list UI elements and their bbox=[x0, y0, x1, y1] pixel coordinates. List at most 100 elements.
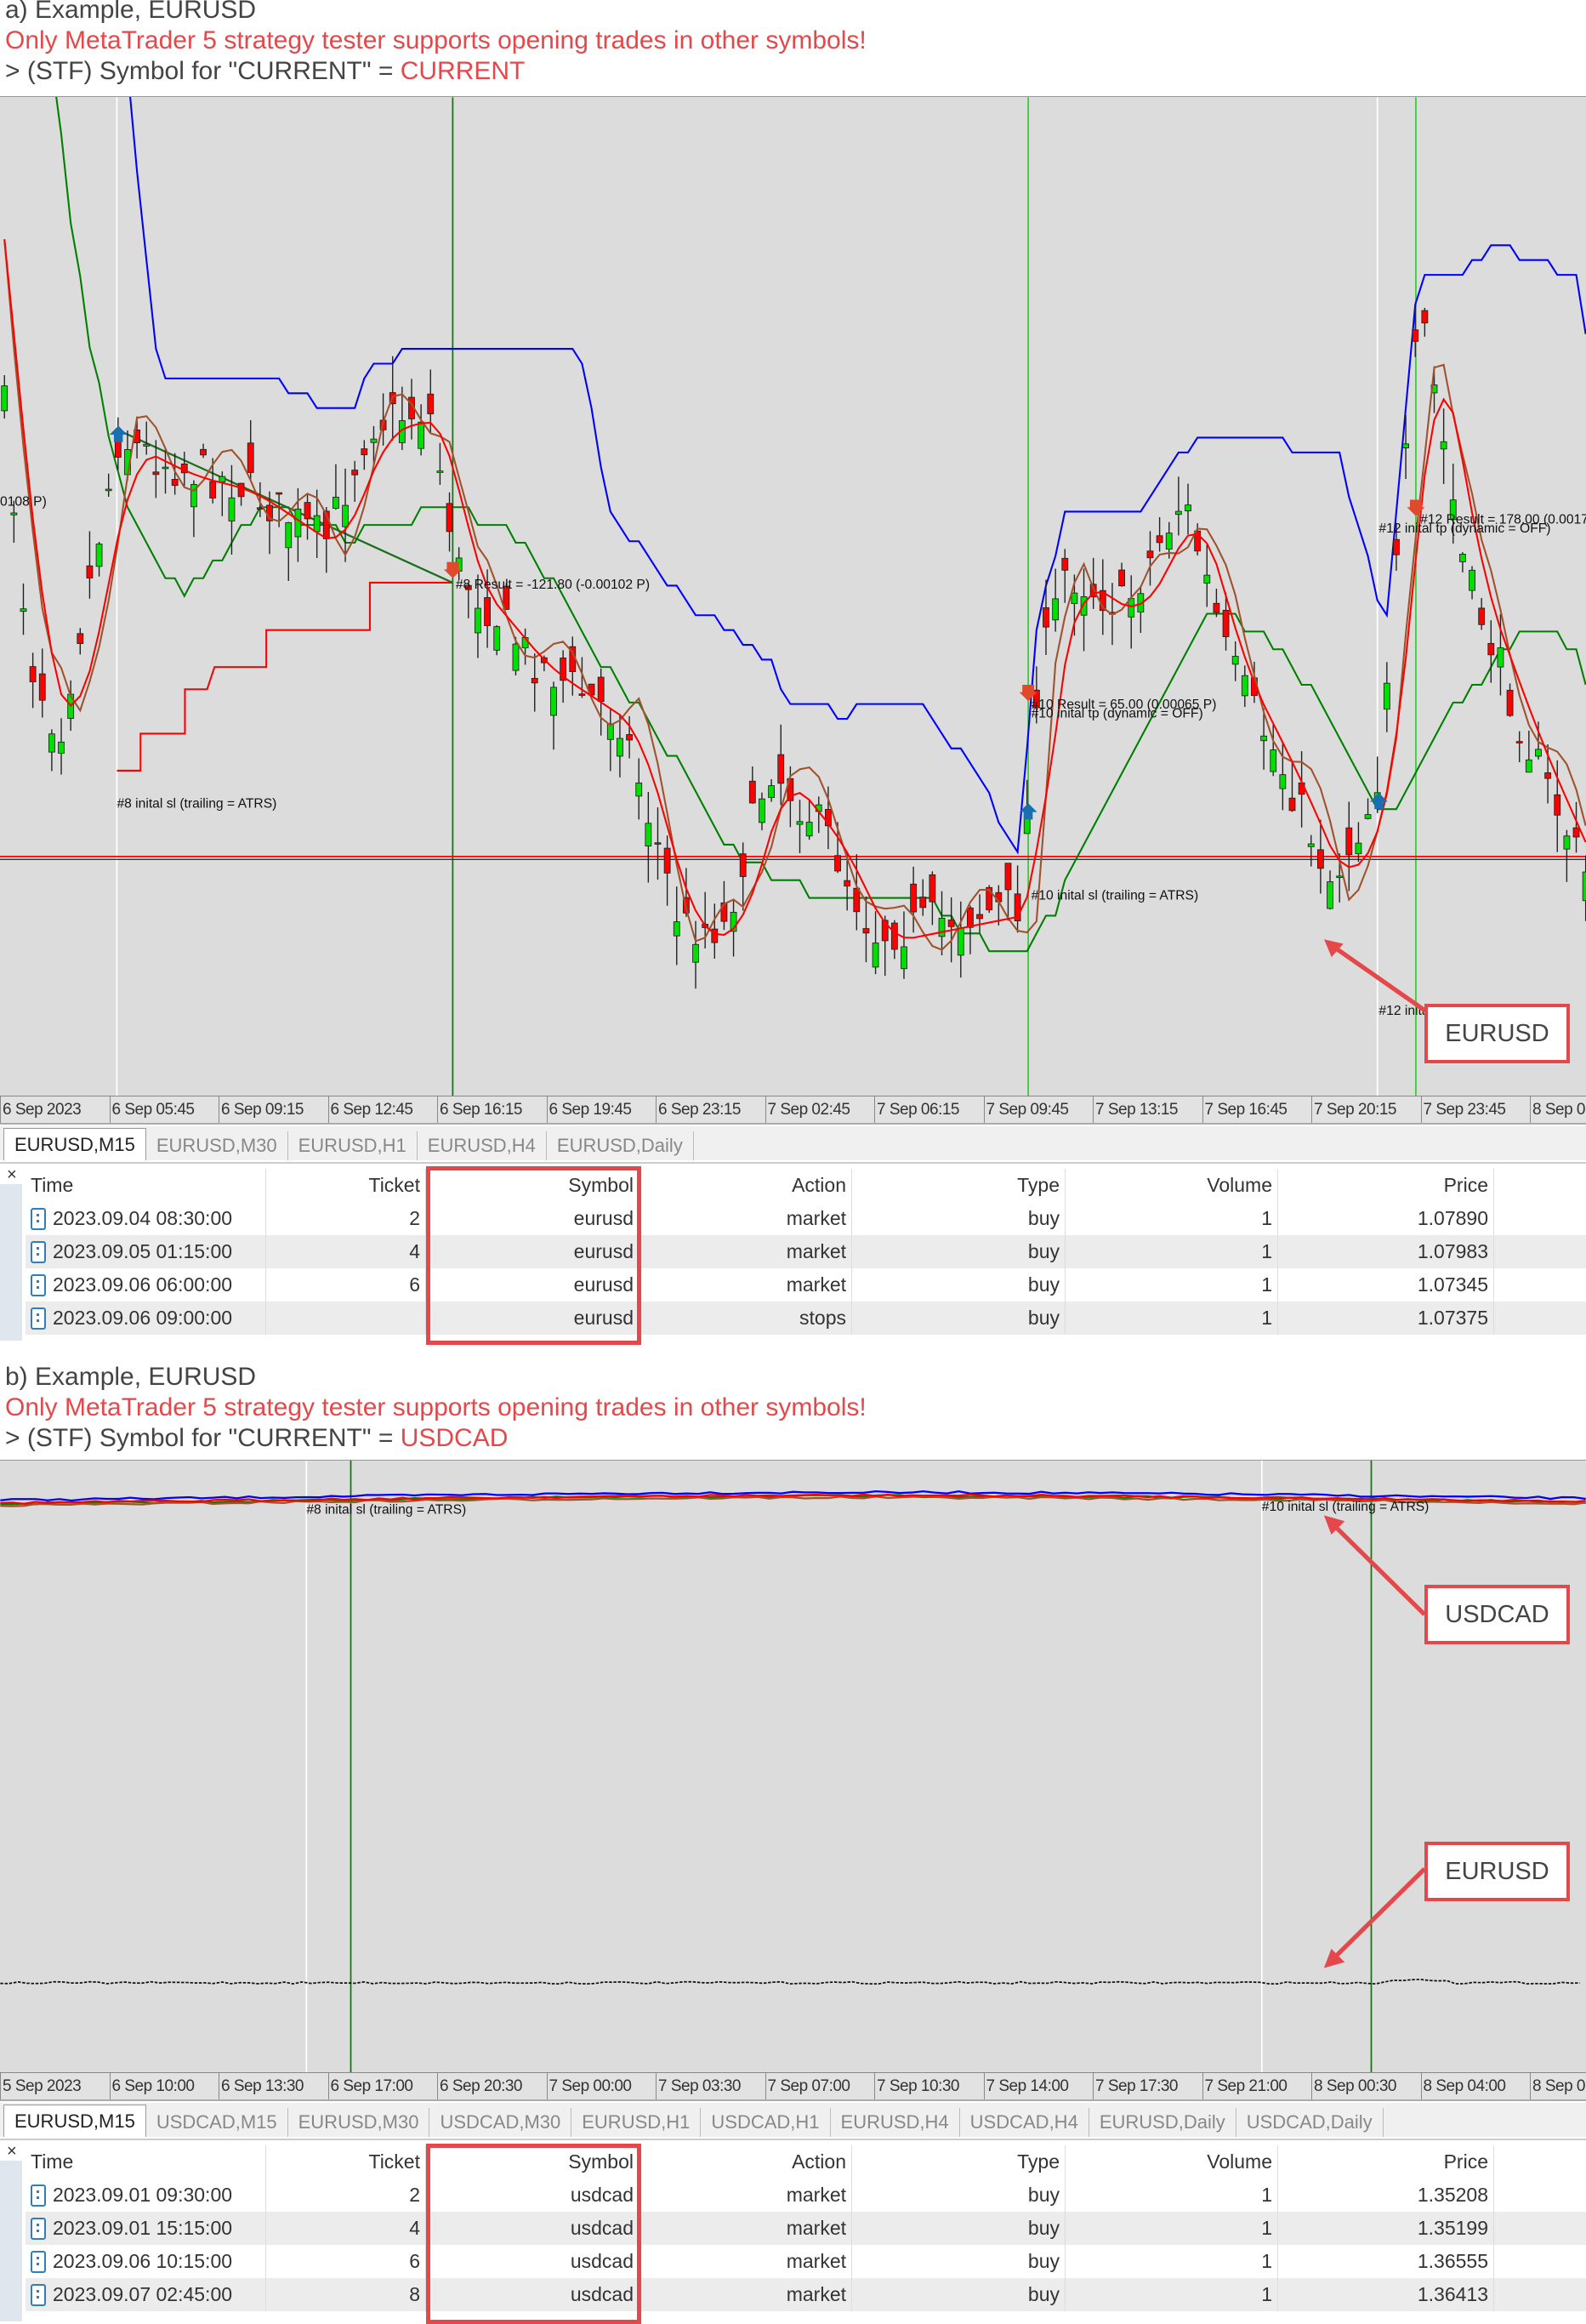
candle-body bbox=[1421, 310, 1429, 324]
tab-usdcad-daily[interactable]: USDCAD,Daily bbox=[1236, 2108, 1384, 2137]
table-row[interactable]: 2023.09.04 08:30:00 2 eurusd market buy 1 1.07… bbox=[26, 1202, 1586, 1235]
cell-action: market bbox=[640, 1235, 852, 1268]
candle-body bbox=[1213, 602, 1220, 613]
candle-body bbox=[1535, 749, 1542, 757]
cell-ticket: 4 bbox=[266, 2212, 426, 2245]
cell-time: 2023.09.01 15:15:00 bbox=[26, 2212, 266, 2245]
candle-body bbox=[919, 897, 927, 909]
tab-usdcad-h1[interactable]: USDCAD,H1 bbox=[701, 2108, 831, 2137]
table-row[interactable]: 2023.09.06 06:00:00 6 eurusd market buy 1 1.07… bbox=[26, 1268, 1586, 1302]
candle-body bbox=[759, 798, 765, 823]
tab-eurusd-h4[interactable]: EURUSD,H4 bbox=[831, 2108, 960, 2137]
candle-body bbox=[152, 471, 160, 476]
candle-body bbox=[617, 738, 623, 757]
tab-usdcad-m30[interactable]: USDCAD,M30 bbox=[429, 2108, 572, 2137]
tab-usdcad-m15[interactable]: USDCAD,M15 bbox=[146, 2108, 288, 2137]
time-axis-label: 7 Sep 20:15 bbox=[1311, 1096, 1421, 1123]
table-row[interactable]: 2023.09.01 09:30:00 2 usdcad market buy 1 1.35… bbox=[26, 2179, 1586, 2212]
cell-type: buy bbox=[852, 1302, 1066, 1335]
candle-body bbox=[1231, 656, 1239, 665]
candle-body bbox=[929, 874, 936, 903]
column-header-ticket[interactable]: Ticket bbox=[266, 1169, 426, 1202]
tab-eurusd-daily[interactable]: EURUSD,Daily bbox=[1089, 2108, 1236, 2137]
candle-body bbox=[1412, 329, 1419, 342]
cell-time-text: 2023.09.06 09:00:00 bbox=[53, 1307, 233, 1329]
candle-body bbox=[834, 855, 841, 872]
annotation-sl10: #10 inital sl (trailing = ATRS) bbox=[1032, 888, 1199, 903]
candle-body bbox=[304, 502, 311, 520]
table-row[interactable]: 2023.09.06 10:15:00 6 usdcad market buy 1 1.36… bbox=[26, 2245, 1586, 2278]
tab-eurusd-m30[interactable]: EURUSD,M30 bbox=[146, 1131, 288, 1160]
candle-body bbox=[247, 442, 254, 473]
candle-body bbox=[1156, 535, 1163, 544]
order-document-icon bbox=[31, 1273, 46, 1296]
candle-body bbox=[1563, 835, 1571, 850]
table-header: Time Ticket Symbol Action Type Volume Price bbox=[26, 1169, 1586, 1202]
candle-body bbox=[294, 508, 302, 538]
candle-body bbox=[531, 678, 538, 684]
candle-body bbox=[58, 741, 65, 754]
column-header-action[interactable]: Action bbox=[640, 1169, 852, 1202]
cell-type: buy bbox=[852, 2212, 1066, 2245]
candle-body bbox=[673, 921, 680, 937]
cell-action: stops bbox=[640, 1302, 852, 1335]
column-header-price[interactable]: Price bbox=[1278, 2145, 1494, 2179]
time-axis-label: 7 Sep 23:45 bbox=[1420, 1096, 1531, 1123]
tab-eurusd-h1[interactable]: EURUSD,H1 bbox=[571, 2108, 702, 2137]
candle-body bbox=[1288, 797, 1296, 812]
candle-body bbox=[1497, 647, 1504, 668]
candle-body bbox=[1146, 550, 1154, 559]
chart-eurusd-m15[interactable]: 0108 P) #8 inital sl (trailing = ATRS) #… bbox=[0, 96, 1586, 1096]
candle-body bbox=[276, 492, 283, 495]
tab-eurusd-h4[interactable]: EURUSD,H4 bbox=[418, 1131, 547, 1160]
order-document-icon bbox=[31, 2283, 46, 2306]
tab-eurusd-h1[interactable]: EURUSD,H1 bbox=[288, 1131, 418, 1160]
table-row[interactable]: 2023.09.05 01:15:00 4 eurusd market buy 1 1.07… bbox=[26, 1235, 1586, 1268]
table-row[interactable]: 2023.09.06 09:00:00 eurusd stops buy 1 1.0737… bbox=[26, 1302, 1586, 1335]
annotation-sl8: #8 inital sl (trailing = ATRS) bbox=[117, 796, 276, 811]
cell-time-text: 2023.09.04 08:30:00 bbox=[53, 1207, 233, 1229]
annotation-result8: #8 Result = -121.80 (-0.00102 P) bbox=[456, 578, 650, 592]
column-header-volume[interactable]: Volume bbox=[1066, 1169, 1278, 1202]
eurusd-price-line bbox=[0, 1979, 1580, 1985]
candle-body bbox=[1270, 749, 1277, 772]
tab-usdcad-h4[interactable]: USDCAD,H4 bbox=[960, 2108, 1089, 2137]
symbol-line-prefix: > (STF) Symbol for "CURRENT" = bbox=[5, 57, 401, 85]
tab-eurusd-m30[interactable]: EURUSD,M30 bbox=[288, 2108, 430, 2137]
candle-body bbox=[1506, 689, 1514, 716]
cell-price: 1.07890 bbox=[1278, 1202, 1494, 1235]
cell-type: buy bbox=[852, 2245, 1066, 2278]
column-header-ticket[interactable]: Ticket bbox=[266, 2145, 426, 2179]
time-axis-label: 6 Sep 10:00 bbox=[109, 2073, 219, 2099]
candle-body bbox=[361, 448, 368, 456]
cell-volume: 1 bbox=[1066, 2212, 1278, 2245]
cell-action: market bbox=[640, 2278, 852, 2311]
candle-body bbox=[209, 481, 217, 498]
candle-body bbox=[739, 853, 747, 877]
column-header-action[interactable]: Action bbox=[640, 2145, 852, 2179]
column-header-price[interactable]: Price bbox=[1278, 1169, 1494, 1202]
candle-body bbox=[436, 470, 444, 473]
tab-eurusd-daily[interactable]: EURUSD,Daily bbox=[547, 1131, 694, 1160]
tab-eurusd-m15[interactable]: EURUSD,M15 bbox=[3, 1128, 146, 1160]
chart-eurusd-m15-usdcad[interactable]: #8 inital sl (trailing = ATRS) #10 inita… bbox=[0, 1460, 1586, 2072]
table-row[interactable]: 2023.09.07 02:45:00 8 usdcad market buy 1 1.36… bbox=[26, 2278, 1586, 2311]
tab-eurusd-m15[interactable]: EURUSD,M15 bbox=[3, 2105, 146, 2137]
table-row[interactable]: 2023.09.01 15:15:00 4 usdcad market buy 1 1.35… bbox=[26, 2212, 1586, 2245]
candle-body bbox=[143, 443, 151, 447]
close-icon[interactable]: × bbox=[7, 2142, 17, 2162]
cell-ticket: 2 bbox=[266, 1202, 426, 1235]
time-axis-label: 7 Sep 13:15 bbox=[1093, 1096, 1202, 1123]
trade-connector-line bbox=[117, 429, 453, 584]
column-header-volume[interactable]: Volume bbox=[1066, 2145, 1278, 2179]
candle-body bbox=[901, 946, 907, 970]
candle-body bbox=[418, 421, 425, 449]
column-header-time[interactable]: Time bbox=[26, 2145, 266, 2179]
column-header-time[interactable]: Time bbox=[26, 1169, 266, 1202]
column-header-type[interactable]: Type bbox=[852, 1169, 1066, 1202]
close-icon[interactable]: × bbox=[7, 1165, 17, 1185]
annotation-tp10: #10 inital tp (dynamic = OFF) bbox=[1032, 706, 1203, 721]
cell-volume: 1 bbox=[1066, 1268, 1278, 1302]
candle-body bbox=[550, 686, 557, 716]
column-header-type[interactable]: Type bbox=[852, 2145, 1066, 2179]
